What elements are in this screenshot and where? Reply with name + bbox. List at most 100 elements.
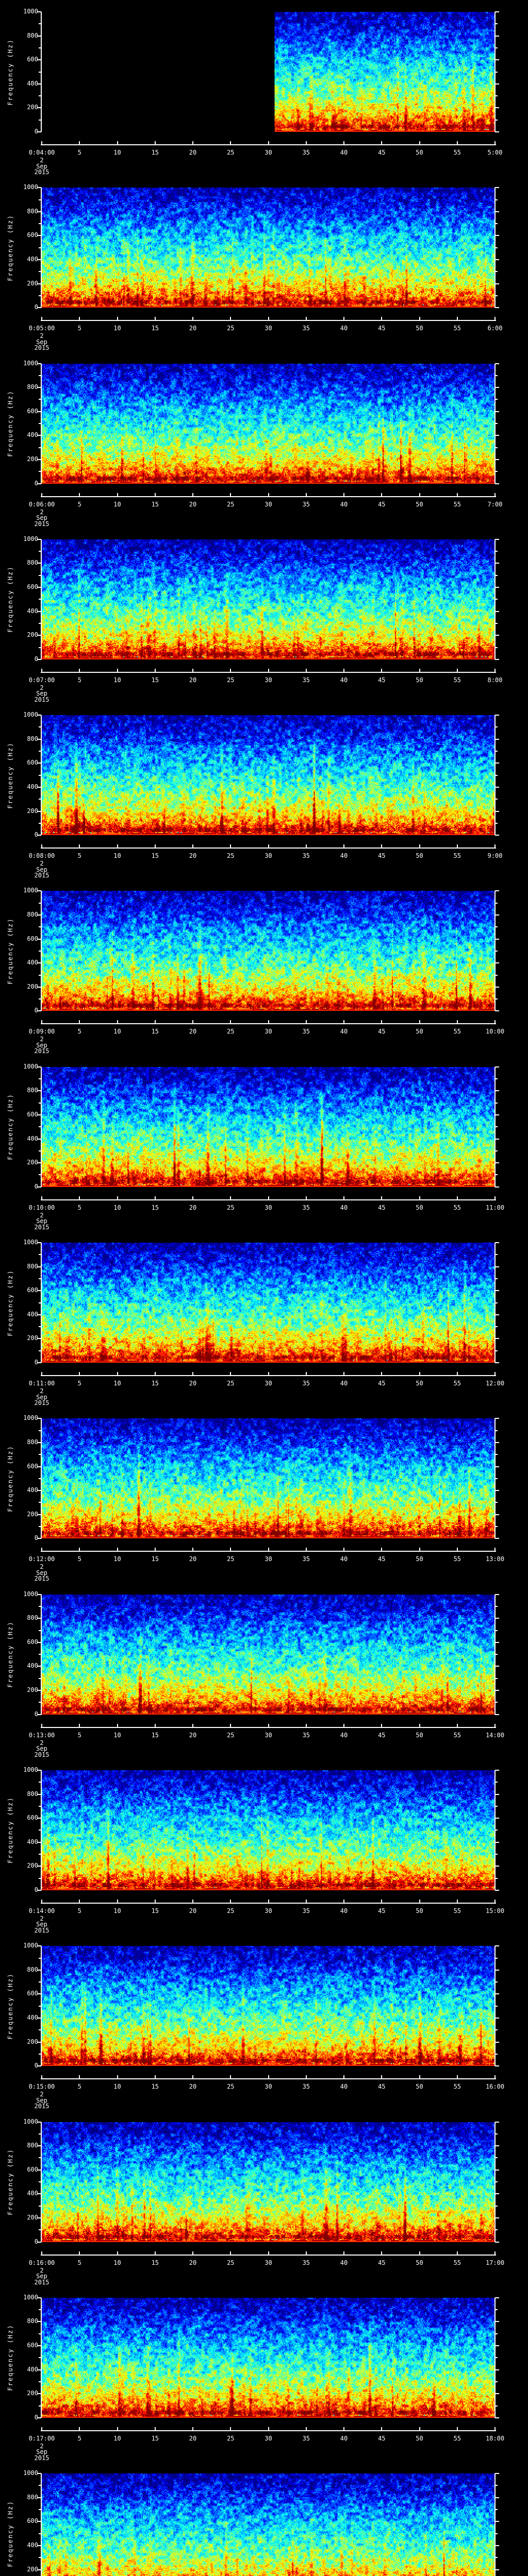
y-axis-right-tick xyxy=(495,399,498,400)
y-axis-right-tick xyxy=(495,574,498,576)
y-tick-label: 800 xyxy=(27,383,38,391)
x-tick-label: 50 xyxy=(416,1028,423,1036)
x-axis-tick xyxy=(230,2075,232,2079)
y-axis-right-tick xyxy=(495,59,499,61)
y-axis-tick xyxy=(39,2533,41,2534)
x-axis-tick xyxy=(192,1548,193,1551)
date-label-line: 2015 xyxy=(34,2278,50,2286)
y-axis-right-tick xyxy=(495,47,498,48)
y-axis-tick xyxy=(39,1654,41,1655)
x-tick-label: 10 xyxy=(113,1907,121,1914)
y-tick-label: 200 xyxy=(27,1334,38,1342)
x-tick-label: 30 xyxy=(265,149,272,156)
y-tick-label: 400 xyxy=(27,1310,38,1318)
y-tick-label: 0 xyxy=(34,2062,38,2070)
y-tick-label: 800 xyxy=(27,1262,38,1270)
y-axis-tick xyxy=(39,471,41,472)
y-axis-right-tick xyxy=(495,2029,498,2031)
x-axis-tick xyxy=(79,1020,80,1024)
y-tick-label: 800 xyxy=(27,31,38,39)
x-tick-label: 35 xyxy=(302,1907,310,1914)
x-axis-tick xyxy=(230,2427,232,2430)
y-axis-right-tick xyxy=(495,459,499,460)
x-tick-label: 10 xyxy=(113,325,121,332)
y-axis-line xyxy=(41,2473,42,2576)
x-tick-label: 15 xyxy=(151,2434,159,2442)
x-tick-label: 50 xyxy=(416,149,423,156)
y-axis-right-tick xyxy=(495,411,499,412)
spectrogram-canvas xyxy=(42,1770,495,1890)
y-axis-right-tick xyxy=(495,2321,499,2323)
x-axis-tick xyxy=(230,1196,232,1199)
x-tick-label: 10 xyxy=(113,1204,121,1211)
x-tick-label: 50 xyxy=(416,1555,423,1563)
x-tick-label: 40 xyxy=(340,325,348,332)
x-tick-label: 55 xyxy=(453,852,461,860)
y-tick-label: 200 xyxy=(27,1159,38,1166)
x-axis-tick xyxy=(381,1372,383,1376)
y-axis-right-tick xyxy=(495,538,499,540)
y-axis-right-tick xyxy=(495,1174,498,1176)
x-axis-tick xyxy=(230,1548,232,1551)
x-axis-tick xyxy=(41,1548,42,1551)
spectrogram-canvas xyxy=(42,2297,495,2418)
x-axis-tick xyxy=(268,1020,269,1024)
x-start-time-label: 0:12:00 xyxy=(28,1555,55,1563)
x-tick-label: 40 xyxy=(340,500,348,508)
y-axis-right-tick xyxy=(495,2473,499,2475)
x-tick-label: 40 xyxy=(340,1731,348,1739)
x-tick-label: 35 xyxy=(302,2434,310,2442)
x-end-time-label: 11:00 xyxy=(485,1204,505,1211)
y-tick-label: 800 xyxy=(27,735,38,742)
spectrogram-panel: 0 200 400 600 800 1000 0:11:00 5 10 15 20 25 30 35 40 4… xyxy=(0,1231,528,1406)
y-axis-right-tick xyxy=(495,1641,499,1643)
y-tick-label: 1000 xyxy=(23,8,38,15)
x-axis-tick xyxy=(117,1196,118,1199)
x-axis-tick xyxy=(230,317,232,320)
y-axis-tick xyxy=(39,1326,41,1328)
y-axis-title-text: Frequency (Hz) xyxy=(7,1093,14,1160)
x-tick-label: 50 xyxy=(416,500,423,508)
y-axis-right-tick xyxy=(495,1793,499,1795)
x-tick-label: 25 xyxy=(227,852,235,860)
spectrogram-canvas xyxy=(42,2473,495,2576)
y-tick-label: 1000 xyxy=(23,1062,38,1070)
y-tick-label: 800 xyxy=(27,207,38,215)
y-axis-title-text: Frequency (Hz) xyxy=(7,2324,14,2391)
x-axis-line xyxy=(41,1902,496,1904)
x-tick-label: 20 xyxy=(189,1731,197,1739)
y-axis-right-tick xyxy=(495,271,498,273)
x-tick-label: 5 xyxy=(77,1380,81,1387)
x-axis-tick xyxy=(419,1723,420,1727)
y-axis-title-text: Frequency (Hz) xyxy=(7,2500,14,2567)
y-axis-title-text: Frequency (Hz) xyxy=(7,1973,14,2040)
spectrogram-panel: 0 200 400 600 800 1000 0:08:00 5 10 15 20 25 30 35 40 4… xyxy=(0,703,528,879)
x-start-time-label: 0:14:00 xyxy=(28,1907,55,1914)
x-axis-tick xyxy=(494,844,496,848)
y-axis-right-tick xyxy=(495,1066,499,1067)
x-end-time-label: 8:00 xyxy=(487,676,503,684)
y-tick-label: 400 xyxy=(27,959,38,967)
y-axis-right-tick xyxy=(495,423,498,425)
x-axis-tick xyxy=(41,1372,42,1376)
x-tick-label: 5 xyxy=(77,500,81,508)
y-axis-tick xyxy=(39,2309,41,2311)
x-tick-label: 20 xyxy=(189,1555,197,1563)
y-tick-label: 200 xyxy=(27,1862,38,1870)
y-axis-tick xyxy=(39,726,41,728)
y-axis-tick xyxy=(39,47,41,48)
y-axis-right-tick xyxy=(495,11,499,12)
y-axis-right-tick xyxy=(495,2145,499,2147)
y-axis-right-tick xyxy=(495,1854,498,1855)
y-axis-tick xyxy=(39,1126,41,1128)
spectrogram-panel: 0 200 400 600 800 1000 0:15:00 5 10 15 20 25 30 35 40 4… xyxy=(0,1934,528,2110)
x-tick-label: 55 xyxy=(453,1028,461,1036)
y-axis-right-tick xyxy=(495,2369,499,2370)
x-axis-tick xyxy=(192,2251,193,2255)
y-axis-tick xyxy=(39,1350,41,1351)
x-axis-tick xyxy=(343,1723,344,1727)
y-axis-tick xyxy=(39,2133,41,2134)
x-axis-tick xyxy=(305,2251,307,2255)
y-axis-right-tick xyxy=(495,23,498,25)
x-axis-tick xyxy=(381,141,383,144)
